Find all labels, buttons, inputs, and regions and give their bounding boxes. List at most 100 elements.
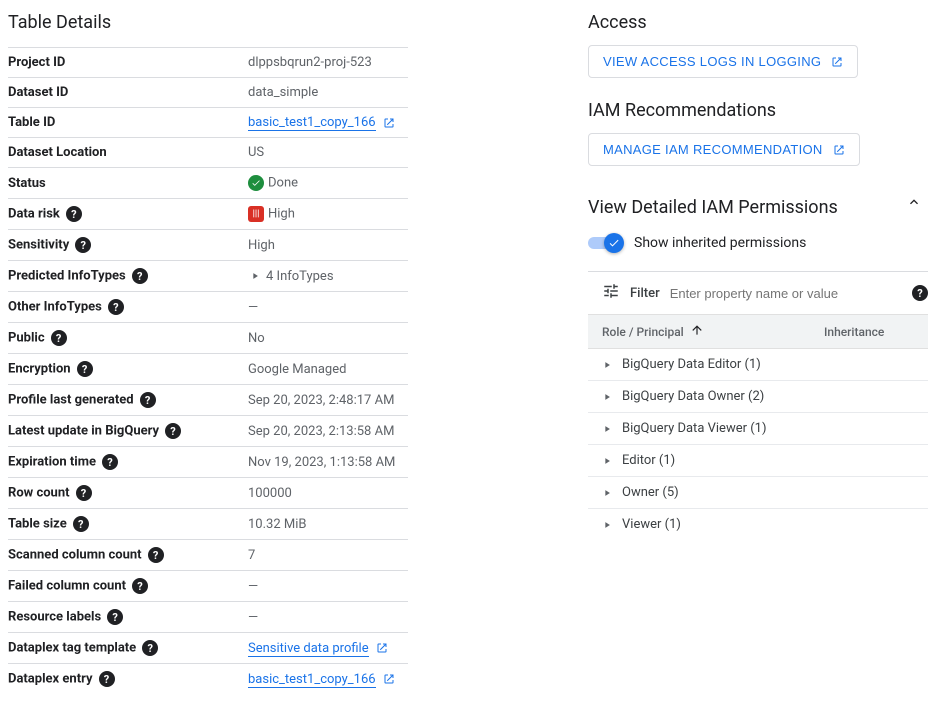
manage-iam-recommendation-button[interactable]: MANAGE IAM RECOMMENDATION (588, 133, 860, 166)
value-dataplex-entry: basic_test1_copy_166 (248, 664, 408, 695)
collapse-button[interactable] (900, 188, 928, 219)
chevron-right-icon (602, 421, 612, 436)
label-dataplex-tag-template: Dataplex tag template? (8, 633, 248, 664)
perm-row-label: Owner (5) (622, 485, 679, 500)
filter-input[interactable] (670, 286, 896, 301)
perm-row[interactable]: Owner (5) (588, 477, 928, 509)
row-table-size: Table size? 10.32 MiB (8, 509, 408, 540)
label-data-risk: Data risk? (8, 199, 248, 230)
row-other-infotypes: Other InfoTypes? — (8, 292, 408, 323)
help-icon[interactable]: ? (132, 268, 148, 284)
help-icon[interactable]: ? (76, 485, 92, 501)
value-latest-update-bq: Sep 20, 2023, 2:13:58 AM (248, 416, 408, 447)
row-scanned-column-count: Scanned column count? 7 (8, 540, 408, 571)
show-inherited-toggle[interactable] (588, 233, 624, 253)
view-access-logs-button[interactable]: VIEW ACCESS LOGS IN LOGGING (588, 45, 858, 78)
label-predicted-infotypes: Predicted InfoTypes? (8, 261, 248, 292)
help-icon[interactable]: ? (73, 516, 89, 532)
perm-row-label: BigQuery Data Viewer (1) (622, 421, 767, 436)
label-dataset-id: Dataset ID (8, 78, 248, 108)
value-sensitivity: High (248, 230, 408, 261)
external-link-icon (831, 56, 843, 68)
help-icon[interactable]: ? (132, 578, 148, 594)
filter-row: Filter ? (588, 271, 928, 314)
perm-row[interactable]: BigQuery Data Owner (2) (588, 381, 928, 413)
value-predicted-infotypes: 4 InfoTypes (248, 261, 408, 292)
table-details-panel: Table Details Project ID dlppsbqrun2-pro… (8, 4, 408, 694)
row-dataplex-entry: Dataplex entry? basic_test1_copy_166 (8, 664, 408, 695)
label-other-infotypes: Other InfoTypes? (8, 292, 248, 323)
label-project-id: Project ID (8, 48, 248, 78)
help-icon[interactable]: ? (148, 547, 164, 563)
row-public: Public? No (8, 323, 408, 354)
checkmark-icon (608, 237, 620, 249)
help-icon[interactable]: ? (77, 361, 93, 377)
value-failed-column-count: — (248, 571, 408, 602)
perm-row[interactable]: Viewer (1) (588, 509, 928, 540)
perm-row[interactable]: Editor (1) (588, 445, 928, 477)
row-status: Status Done (8, 168, 408, 199)
help-icon[interactable]: ? (912, 285, 928, 301)
right-panel: Access VIEW ACCESS LOGS IN LOGGING IAM R… (588, 4, 928, 694)
help-icon[interactable]: ? (165, 423, 181, 439)
iam-perms-title: View Detailed IAM Permissions (588, 197, 838, 218)
permissions-list: BigQuery Data Editor (1) BigQuery Data O… (588, 349, 928, 540)
table-id-link[interactable]: basic_test1_copy_166 (248, 115, 376, 131)
chevron-up-icon (906, 194, 922, 210)
perm-row[interactable]: BigQuery Data Viewer (1) (588, 413, 928, 445)
dataplex-tag-template-link[interactable]: Sensitive data profile (248, 641, 369, 657)
help-icon[interactable]: ? (99, 671, 115, 687)
chevron-right-icon[interactable] (250, 269, 260, 284)
label-scanned-column-count: Scanned column count? (8, 540, 248, 571)
value-project-id: dlppsbqrun2-proj-523 (248, 48, 408, 78)
col-role-principal[interactable]: Role / Principal (602, 323, 824, 340)
help-icon[interactable]: ? (102, 454, 118, 470)
row-dataset-id: Dataset ID data_simple (8, 78, 408, 108)
table-details-title: Table Details (8, 12, 408, 33)
help-icon[interactable]: ? (75, 237, 91, 253)
help-icon[interactable]: ? (142, 640, 158, 656)
value-table-id: basic_test1_copy_166 (248, 108, 408, 138)
value-dataplex-tag-template: Sensitive data profile (248, 633, 408, 664)
perm-row-label: BigQuery Data Editor (1) (622, 357, 761, 372)
row-table-id: Table ID basic_test1_copy_166 (8, 108, 408, 138)
help-icon[interactable]: ? (66, 206, 82, 222)
high-risk-icon: ||| (248, 206, 264, 222)
value-expiration-time: Nov 19, 2023, 1:13:58 AM (248, 447, 408, 478)
chevron-right-icon (602, 389, 612, 404)
row-dataplex-tag-template: Dataplex tag template? Sensitive data pr… (8, 633, 408, 664)
help-icon[interactable]: ? (140, 392, 156, 408)
value-profile-last-generated: Sep 20, 2023, 2:48:17 AM (248, 385, 408, 416)
label-dataset-location: Dataset Location (8, 138, 248, 168)
row-predicted-infotypes: Predicted InfoTypes? 4 InfoTypes (8, 261, 408, 292)
help-icon[interactable]: ? (108, 299, 124, 315)
label-table-id: Table ID (8, 108, 248, 138)
perm-row-label: Editor (1) (622, 453, 675, 468)
label-expiration-time: Expiration time? (8, 447, 248, 478)
row-failed-column-count: Failed column count? — (8, 571, 408, 602)
label-resource-labels: Resource labels? (8, 602, 248, 633)
filter-label: Filter (630, 286, 660, 301)
iam-permissions-section: View Detailed IAM Permissions Show inher… (588, 188, 928, 540)
checkmark-icon (248, 175, 264, 191)
access-title: Access (588, 12, 928, 33)
value-dataset-id: data_simple (248, 78, 408, 108)
label-profile-last-generated: Profile last generated? (8, 385, 248, 416)
chevron-right-icon (602, 517, 612, 532)
filter-icon (602, 282, 620, 304)
row-row-count: Row count? 100000 (8, 478, 408, 509)
help-icon[interactable]: ? (51, 330, 67, 346)
perm-row[interactable]: BigQuery Data Editor (1) (588, 349, 928, 381)
value-resource-labels: — (248, 602, 408, 633)
value-data-risk: |||High (248, 199, 408, 230)
dataplex-entry-link[interactable]: basic_test1_copy_166 (248, 672, 376, 688)
row-expiration-time: Expiration time? Nov 19, 2023, 1:13:58 A… (8, 447, 408, 478)
iam-permissions-header[interactable]: View Detailed IAM Permissions (588, 188, 928, 219)
chevron-right-icon (602, 485, 612, 500)
row-dataset-location: Dataset Location US (8, 138, 408, 168)
help-icon[interactable]: ? (107, 609, 123, 625)
perm-row-label: BigQuery Data Owner (2) (622, 389, 764, 404)
value-encryption: Google Managed (248, 354, 408, 385)
col-inheritance[interactable]: Inheritance (824, 325, 914, 339)
details-table: Project ID dlppsbqrun2-proj-523 Dataset … (8, 47, 408, 694)
